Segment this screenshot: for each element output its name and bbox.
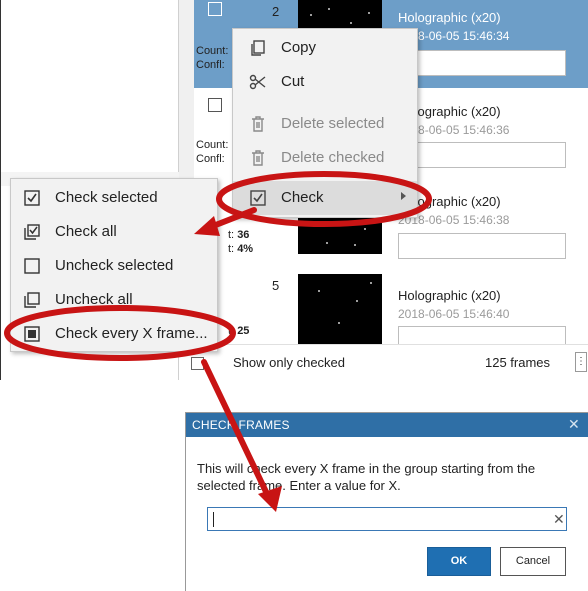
check-submenu: Check selected Check all Uncheck selecte… bbox=[10, 178, 218, 352]
submenu-item-check-every-x-frame[interactable]: Check every X frame... bbox=[11, 317, 217, 351]
count-value: 25 bbox=[237, 325, 250, 337]
menu-item-label: Cut bbox=[281, 73, 305, 90]
trash-icon bbox=[249, 115, 267, 133]
scissors-icon bbox=[249, 73, 267, 91]
frame-timestamp: 2018-06-05 15:46:40 bbox=[398, 307, 510, 321]
submenu-item-label: Check selected bbox=[55, 189, 158, 206]
check-selected-icon bbox=[23, 189, 41, 207]
frames-footer: Show only checked 125 frames ⋮ bbox=[179, 344, 588, 380]
copy-icon bbox=[249, 39, 267, 57]
submenu-item-check-all[interactable]: Check all bbox=[11, 215, 217, 249]
frame-thumbnail bbox=[298, 274, 382, 344]
show-only-checked-label: Show only checked bbox=[233, 355, 346, 370]
menu-item-label: Check bbox=[281, 189, 324, 206]
confl-label: Confl: bbox=[196, 153, 225, 165]
confl-label: Confl: bbox=[196, 59, 225, 71]
count-value: 36 bbox=[237, 229, 250, 241]
submenu-item-label: Check every X frame... bbox=[55, 325, 208, 342]
submenu-item-label: Uncheck selected bbox=[55, 257, 174, 274]
submenu-item-check-selected[interactable]: Check selected bbox=[11, 181, 217, 215]
menu-item-label: Delete checked bbox=[281, 149, 385, 166]
frame-note-field[interactable] bbox=[398, 233, 566, 259]
count-label: t: bbox=[228, 325, 235, 337]
submenu-item-label: Check all bbox=[55, 223, 117, 240]
frame-row-4[interactable]: 5 Holographic (x20) 2018-06-05 15:46:40 … bbox=[194, 264, 588, 344]
frame-checkbox[interactable] bbox=[208, 2, 222, 16]
check-frames-dialog: CHECK FRAMES ✕ This will check every X f… bbox=[185, 412, 588, 591]
frame-stats: t: 36 t: 4% bbox=[228, 228, 253, 256]
clear-input-icon[interactable]: ✕ bbox=[553, 511, 565, 528]
frame-note-field[interactable] bbox=[398, 326, 566, 344]
menu-item-label: Copy bbox=[281, 39, 317, 56]
checkbox-checked-icon bbox=[249, 189, 267, 207]
frame-context-menu: Copy Cut Delete selected Delete checked … bbox=[232, 28, 418, 218]
count-label: Count: bbox=[196, 139, 229, 151]
uncheck-all-icon bbox=[23, 291, 41, 309]
confl-label: t: bbox=[228, 243, 235, 255]
submenu-item-label: Uncheck all bbox=[55, 291, 133, 308]
frame-stats: Count: Confl: bbox=[196, 138, 228, 166]
cancel-button[interactable]: Cancel bbox=[500, 547, 566, 576]
menu-item-delete-checked[interactable]: Delete checked bbox=[233, 141, 417, 175]
frame-name: Holographic (x20) bbox=[398, 10, 501, 25]
frame-note-field[interactable] bbox=[398, 142, 566, 168]
frame-name: Holographic (x20) bbox=[398, 288, 501, 303]
menu-item-check[interactable]: Check bbox=[233, 181, 417, 215]
dialog-message: This will check every X frame in the gro… bbox=[197, 461, 536, 493]
frame-stats: Count: Confl: bbox=[196, 44, 228, 72]
frames-count: 125 frames bbox=[485, 355, 551, 370]
ok-button[interactable]: OK bbox=[427, 547, 491, 576]
frame-checkbox[interactable] bbox=[208, 98, 222, 112]
more-options-icon[interactable]: ⋮ bbox=[575, 352, 587, 372]
screenshot-root: 2 Holographic (x20) 2018-06-05 15:46:34 … bbox=[0, 0, 588, 591]
count-label: t: bbox=[228, 229, 235, 241]
dialog-close-icon[interactable]: ✕ bbox=[568, 416, 580, 433]
show-only-checked-checkbox[interactable] bbox=[191, 357, 204, 370]
menu-item-cut[interactable]: Cut bbox=[233, 65, 417, 99]
check-all-icon bbox=[23, 223, 41, 241]
submenu-item-uncheck-selected[interactable]: Uncheck selected bbox=[11, 249, 217, 283]
submenu-arrow-icon bbox=[401, 192, 406, 200]
dialog-title: CHECK FRAMES bbox=[192, 418, 290, 432]
x-value-input[interactable]: ✕ bbox=[207, 507, 567, 531]
frame-note-field[interactable] bbox=[398, 50, 566, 76]
menu-item-copy[interactable]: Copy bbox=[233, 31, 417, 65]
uncheck-selected-icon bbox=[23, 257, 41, 275]
confl-value: 4% bbox=[237, 243, 254, 255]
frame-number: 2 bbox=[272, 4, 280, 19]
trash-icon bbox=[249, 149, 267, 167]
frame-number: 5 bbox=[272, 278, 280, 293]
text-caret bbox=[213, 512, 214, 527]
count-label: Count: bbox=[196, 45, 229, 57]
submenu-item-uncheck-all[interactable]: Uncheck all bbox=[11, 283, 217, 317]
menu-item-label: Delete selected bbox=[281, 115, 385, 132]
check-every-x-icon bbox=[23, 325, 41, 343]
dialog-title-bar: CHECK FRAMES ✕ bbox=[186, 413, 588, 437]
frame-stats: t: 25 bbox=[228, 324, 249, 338]
menu-item-delete-selected[interactable]: Delete selected bbox=[233, 107, 417, 141]
